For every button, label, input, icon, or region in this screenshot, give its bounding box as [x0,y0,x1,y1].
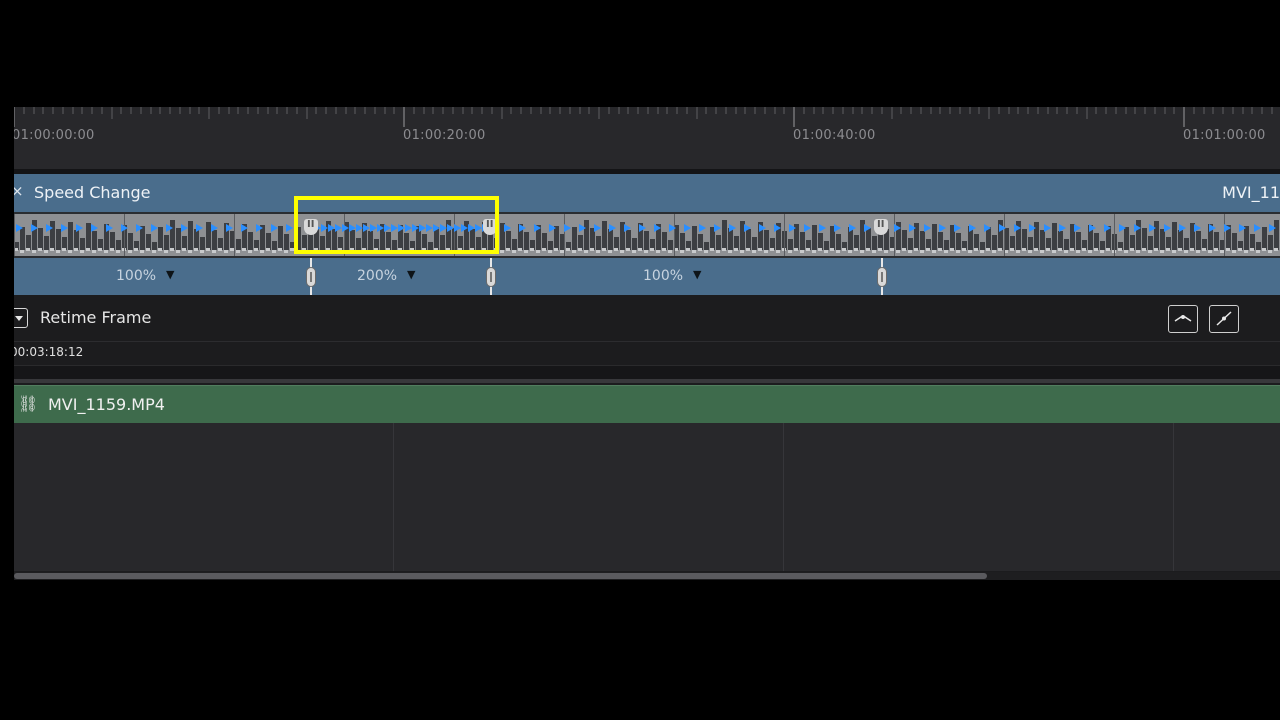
clip-name: MVI_11 [1222,183,1280,202]
ruler-timecode: 01:00:20:00 [403,128,486,143]
curve-icon [1174,315,1192,322]
speed-segment-3[interactable]: 100% ▼ [643,268,702,284]
grid-line [393,423,394,571]
timeline-panel: 01:00:00:00 01:00:20:00 01:00:40:00 01:0… [14,107,1280,580]
retime-timecode: 00:03:18:12 [14,345,84,359]
speed-percent: 200% [357,268,398,284]
linear-ramp-icon [1216,311,1232,326]
clip-filename: MVI_1159.MP4 [48,395,165,414]
ruler-timecode: 01:01:00:00 [1183,128,1266,143]
ruler-ticks [14,107,1273,127]
speed-segment-1[interactable]: 100% ▼ [116,268,175,284]
grid-line [1173,423,1174,571]
linear-ramp-button[interactable] [1209,305,1239,333]
grid-line [783,423,784,571]
curve-button[interactable] [1168,305,1198,333]
track-separator [14,365,1280,379]
track-separator-line[interactable] [14,379,1280,383]
scrollbar-thumb[interactable] [14,573,987,579]
retime-frame-bar: Retime Frame [14,295,1280,341]
clip-thumbnail-strip[interactable] [14,212,1280,258]
retime-timecode-row: 00:03:18:12 [14,341,1280,364]
ruler-timecode: 01:00:00:00 [14,128,95,143]
chevron-down-icon[interactable]: ▼ [407,268,415,281]
timeline-ruler[interactable]: 01:00:00:00 01:00:20:00 01:00:40:00 01:0… [14,107,1280,169]
close-icon[interactable]: × [14,182,24,200]
track-area[interactable] [14,423,1280,571]
chevron-down-icon[interactable]: ▼ [693,268,701,281]
speed-point-handle[interactable] [486,267,496,287]
ruler-timecode: 01:00:40:00 [793,128,876,143]
speed-percent: 100% [116,268,157,284]
speed-percent-row: 100% ▼ 200% ▼ 100% ▼ [14,258,1280,295]
retime-frame-label: Retime Frame [40,308,152,327]
video-clip[interactable]: ⛓ MVI_1159.MP4 [14,385,1280,423]
speed-point-handle-top[interactable] [874,219,888,235]
speed-point-handle[interactable] [877,267,887,287]
speed-percent: 100% [643,268,684,284]
speed-change-title: Speed Change [34,183,151,202]
speed-change-header: × Speed Change MVI_11 [14,174,1280,212]
link-icon: ⛓ [18,394,39,413]
horizontal-scrollbar[interactable] [14,572,1280,580]
speed-segment-2[interactable]: 200% ▼ [357,268,416,284]
selection-highlight [294,196,499,254]
speed-point-handle[interactable] [306,267,316,287]
chevron-down-icon[interactable]: ▼ [166,268,174,281]
chevron-down-icon[interactable] [14,308,28,328]
speed-arrows [14,214,1279,256]
